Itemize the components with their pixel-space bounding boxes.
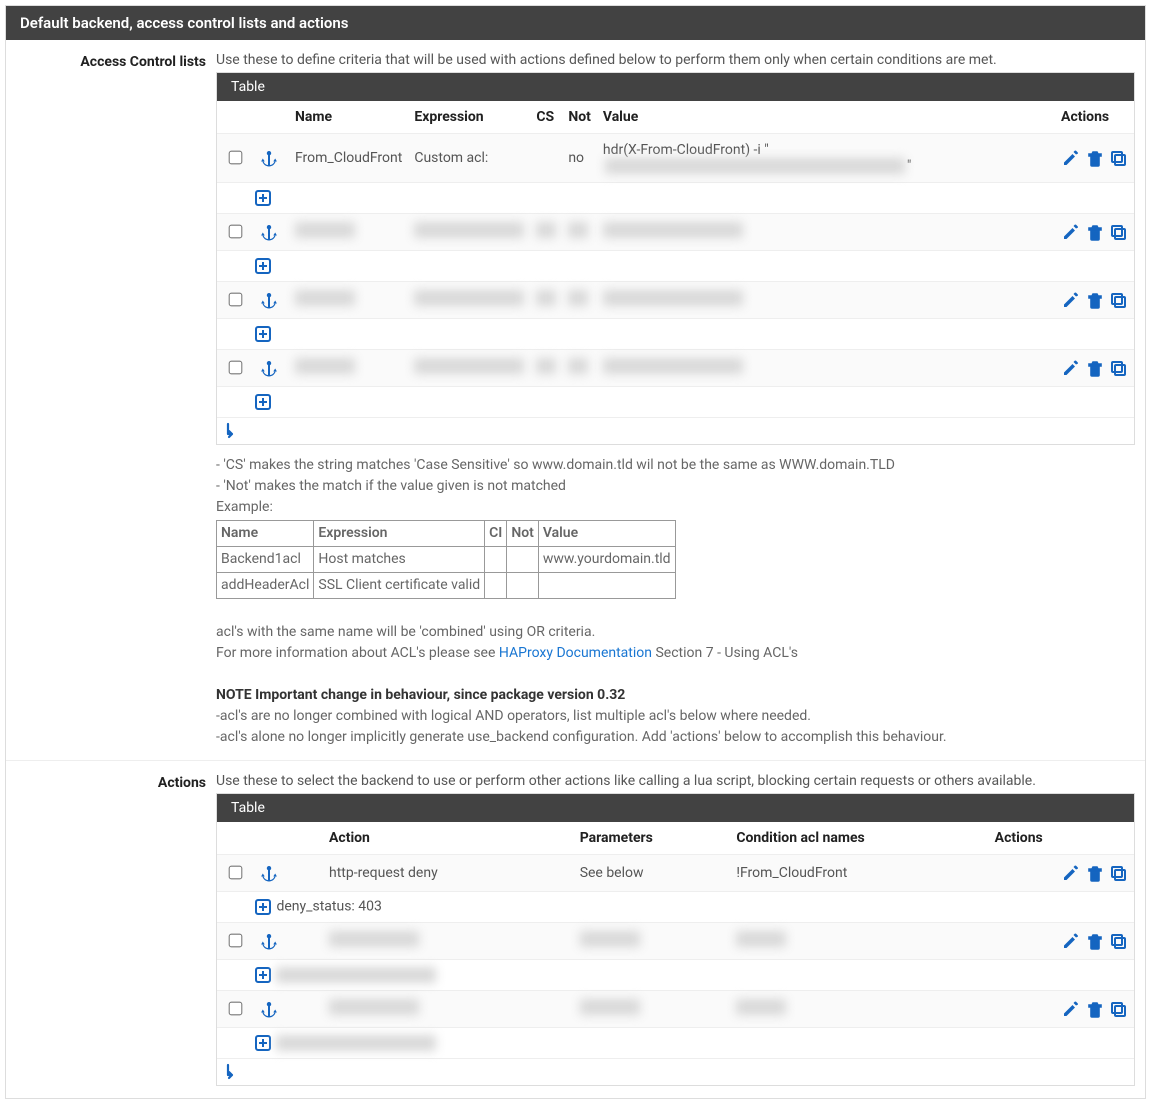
edit-icon[interactable] xyxy=(1062,223,1080,241)
delete-icon[interactable] xyxy=(1086,1000,1104,1018)
add-icon[interactable] xyxy=(254,325,272,343)
table-row xyxy=(217,991,1134,1028)
add-icon[interactable] xyxy=(254,1034,272,1052)
table-row xyxy=(217,282,1134,319)
anchor-icon[interactable] xyxy=(260,359,278,377)
add-icon[interactable] xyxy=(254,898,272,916)
col-cs: CS xyxy=(530,101,562,134)
add-icon[interactable] xyxy=(254,966,272,984)
help-combine: acl's with the same name will be 'combin… xyxy=(216,622,1135,643)
cell-not: no xyxy=(562,134,597,183)
row-checkbox[interactable] xyxy=(229,151,243,165)
actions-table: Action Parameters Condition acl names Ac… xyxy=(217,822,1134,1059)
copy-icon[interactable] xyxy=(1109,864,1127,882)
edit-icon[interactable] xyxy=(1062,932,1080,950)
help-moreinfo-pre: For more information about ACL's please … xyxy=(216,645,499,661)
help-note-title: NOTE Important change in behaviour, sinc… xyxy=(216,685,1135,706)
cell-parameters: See below xyxy=(574,855,731,892)
cell-action: http-request deny xyxy=(289,855,574,892)
add-icon[interactable] xyxy=(254,189,272,207)
copy-icon[interactable] xyxy=(1109,291,1127,309)
acl-table-title: Table xyxy=(217,73,1134,101)
delete-icon[interactable] xyxy=(1086,223,1104,241)
delete-icon[interactable] xyxy=(1086,864,1104,882)
copy-icon[interactable] xyxy=(1109,1000,1127,1018)
delete-icon[interactable] xyxy=(1086,291,1104,309)
col-name: Name xyxy=(289,101,408,134)
row-checkbox[interactable] xyxy=(229,866,243,880)
help-example-label: Example: xyxy=(216,497,1135,518)
acl-section-label: Access Control lists xyxy=(6,52,216,748)
anchor-icon[interactable] xyxy=(260,291,278,309)
actions-description: Use these to select the backend to use o… xyxy=(216,773,1135,789)
help-note2: -acl's alone no longer implicitly genera… xyxy=(216,727,1135,748)
copy-icon[interactable] xyxy=(1109,223,1127,241)
table-row xyxy=(217,350,1134,387)
cell-expression: Custom acl: xyxy=(408,134,530,183)
anchor-icon[interactable] xyxy=(260,932,278,950)
return-icon[interactable] xyxy=(224,422,242,440)
anchor-icon[interactable] xyxy=(260,223,278,241)
row-checkbox[interactable] xyxy=(229,1002,243,1016)
anchor-icon[interactable] xyxy=(260,864,278,882)
copy-icon[interactable] xyxy=(1109,359,1127,377)
help-moreinfo-post: Section 7 - Using ACL's xyxy=(652,645,798,661)
help-note1: -acl's are no longer combined with logic… xyxy=(216,706,1135,727)
col-condition: Condition acl names xyxy=(730,822,988,855)
row-checkbox[interactable] xyxy=(229,225,243,239)
row-checkbox[interactable] xyxy=(229,361,243,375)
col-actions2: Actions xyxy=(989,822,1134,855)
col-actions: Actions xyxy=(1055,101,1134,134)
cell-name: From_CloudFront xyxy=(289,134,408,183)
panel-title: Default backend, access control lists an… xyxy=(6,6,1145,40)
table-row xyxy=(217,214,1134,251)
col-not: Not xyxy=(562,101,597,134)
return-icon[interactable] xyxy=(224,1063,242,1081)
delete-icon[interactable] xyxy=(1086,149,1104,167)
col-expression: Expression xyxy=(408,101,530,134)
col-action: Action xyxy=(289,822,574,855)
col-parameters: Parameters xyxy=(574,822,731,855)
copy-icon[interactable] xyxy=(1109,932,1127,950)
add-icon[interactable] xyxy=(254,393,272,411)
acl-description: Use these to define criteria that will b… xyxy=(216,52,1135,68)
row-checkbox[interactable] xyxy=(229,293,243,307)
anchor-icon[interactable] xyxy=(260,1000,278,1018)
row-checkbox[interactable] xyxy=(229,934,243,948)
edit-icon[interactable] xyxy=(1062,1000,1080,1018)
edit-icon[interactable] xyxy=(1062,359,1080,377)
subrow-text: deny_status: 403 xyxy=(276,899,381,915)
delete-icon[interactable] xyxy=(1086,932,1104,950)
cell-value: hdr(X-From-CloudFront) -i "" xyxy=(597,134,1055,183)
delete-icon[interactable] xyxy=(1086,359,1104,377)
edit-icon[interactable] xyxy=(1062,291,1080,309)
actions-table-title: Table xyxy=(217,794,1134,822)
table-row: http-request deny See below !From_CloudF… xyxy=(217,855,1134,892)
help-not: - 'Not' makes the match if the value giv… xyxy=(216,476,1135,497)
cell-cs xyxy=(530,134,562,183)
example-table: Name Expression CI Not Value Backend1acl… xyxy=(216,520,676,599)
haproxy-doc-link[interactable]: HAProxy Documentation xyxy=(499,645,652,661)
add-icon[interactable] xyxy=(254,257,272,275)
acl-table: Name Expression CS Not Value Actions Fro… xyxy=(217,101,1134,418)
copy-icon[interactable] xyxy=(1109,149,1127,167)
table-row xyxy=(217,923,1134,960)
edit-icon[interactable] xyxy=(1062,864,1080,882)
help-cs: - 'CS' makes the string matches 'Case Se… xyxy=(216,455,1135,476)
edit-icon[interactable] xyxy=(1062,149,1080,167)
actions-section-label: Actions xyxy=(6,773,216,1086)
anchor-icon[interactable] xyxy=(260,149,278,167)
table-row: From_CloudFront Custom acl: no hdr(X-Fro… xyxy=(217,134,1134,183)
col-value: Value xyxy=(597,101,1055,134)
cell-condition: !From_CloudFront xyxy=(730,855,988,892)
